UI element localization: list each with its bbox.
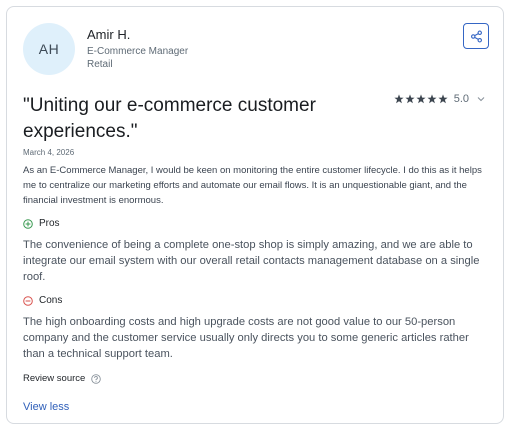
reviewer-role: E-Commerce Manager [87, 46, 189, 57]
star-icon [405, 94, 415, 104]
review-summary: As an E-Commerce Manager, I would be kee… [23, 165, 482, 206]
star-icon [438, 94, 448, 104]
star-icon [394, 94, 404, 104]
reviewer-industry: Retail [87, 59, 113, 70]
review-title: "Uniting our e-commerce customer experie… [23, 95, 316, 142]
review-source: Review source [23, 373, 102, 384]
pros-heading: Pros [23, 218, 60, 229]
share-icon [470, 30, 482, 42]
pros-label: Pros [39, 218, 60, 229]
reviewer-name: Amir H. [87, 27, 131, 42]
avatar-initials: AH [38, 41, 60, 57]
plus-circle-icon [23, 218, 33, 229]
chevron-down-icon[interactable] [477, 95, 485, 103]
star-icon [416, 94, 426, 104]
share-button[interactable] [463, 23, 489, 49]
rating-value: 5.0 [453, 93, 469, 105]
reviewer-info: Amir H. E-Commerce Manager Retail [87, 27, 188, 71]
review-source-label: Review source [23, 373, 86, 384]
review-date: March 4, 2026 [23, 148, 75, 157]
minus-circle-icon [23, 295, 33, 306]
pros-text: The convenience of being a complete one-… [23, 239, 480, 283]
view-less-link[interactable]: View less [23, 401, 69, 413]
star-icon [427, 94, 437, 104]
rating-stars [394, 94, 448, 104]
review-card: AH Amir H. E-Commerce Manager Retail "Un… [6, 6, 504, 424]
cons-heading: Cons [23, 295, 62, 306]
cons-label: Cons [39, 295, 63, 306]
avatar: AH [23, 23, 75, 75]
cons-text: The high onboarding costs and high upgra… [23, 316, 469, 360]
question-circle-icon[interactable] [91, 373, 102, 384]
rating[interactable]: 5.0 [394, 93, 485, 105]
